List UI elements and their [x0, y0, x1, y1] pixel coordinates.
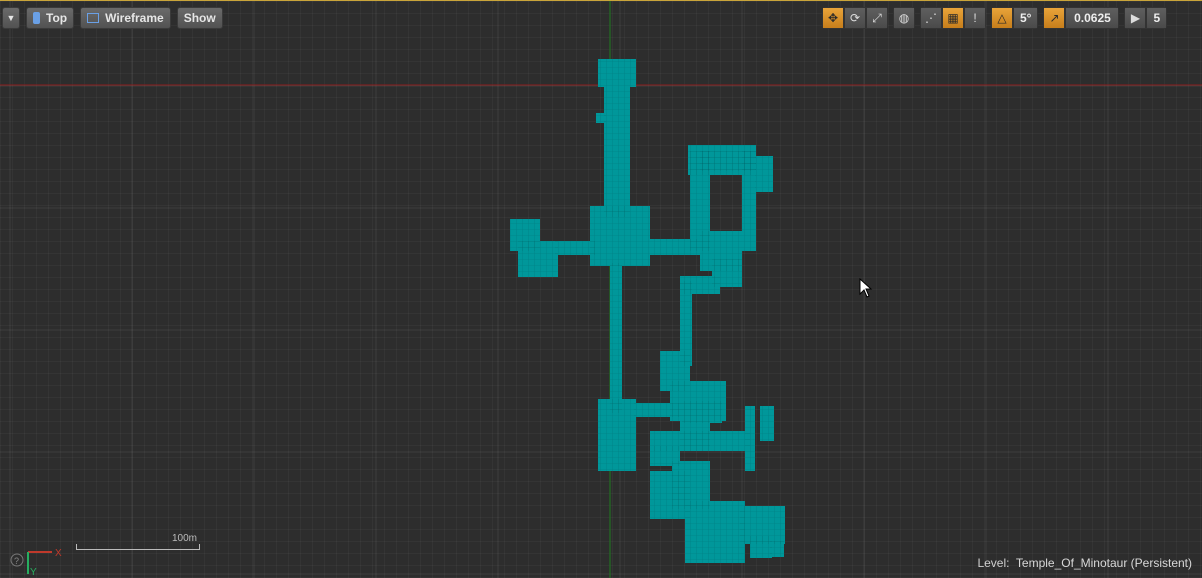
navmesh-cell-overlay	[760, 406, 774, 441]
rotate-mode-button[interactable]: ⟳	[844, 7, 866, 29]
exclamation-icon: !	[973, 11, 977, 25]
show-label: Show	[183, 11, 216, 25]
level-name: Temple_Of_Minotaur (Persistent)	[1015, 556, 1192, 570]
surface-snap-button[interactable]: ⋰	[920, 7, 942, 29]
viewport-options-button[interactable]: ▼	[2, 7, 20, 29]
scale-snap-icon: ↗	[1049, 11, 1060, 25]
scale-bar: 100m	[76, 533, 200, 550]
view-mode-button[interactable]: Wireframe	[80, 7, 171, 29]
scale-mode-button[interactable]: ⤢	[866, 7, 888, 29]
show-button[interactable]: Show	[176, 7, 223, 29]
scale-snap-value[interactable]: 0.0625	[1065, 7, 1120, 29]
surface-snap-icon: ⋰	[925, 11, 937, 25]
mouse-cursor-icon	[859, 278, 873, 298]
rotation-snap-value[interactable]: 5°	[1013, 7, 1039, 29]
navmesh-cell-overlay	[518, 241, 558, 277]
level-prefix: Level:	[977, 556, 1010, 570]
axis-y-label: Y	[30, 567, 37, 576]
navmesh-cell-overlay	[770, 541, 784, 557]
navmesh-cell-overlay	[598, 399, 636, 471]
navmesh-cell-overlay	[755, 156, 773, 192]
scale-snap-button[interactable]: ↗	[1043, 7, 1066, 29]
view-type-label: Top	[46, 11, 68, 25]
navmesh-cell-overlay	[680, 421, 710, 451]
level-status: Level: Temple_Of_Minotaur (Persistent)	[977, 556, 1192, 570]
navmesh-cell-overlay	[750, 536, 772, 558]
grid-icon: ▦	[947, 11, 959, 25]
translate-mode-button[interactable]: ✥	[822, 7, 844, 29]
view-mode-label: Wireframe	[105, 11, 164, 25]
viewport-toolbar-right: ✥ ⟳ ⤢ ◍ ⋰ ▦ ! △ 5° ↗ 0.0625 ▶ 5	[822, 6, 1172, 30]
axis-x-label: X	[55, 548, 62, 559]
chevron-down-icon: ▼	[6, 13, 16, 23]
camera-speed-icon: ▶	[1130, 11, 1141, 25]
axis-indicator: ? X Y	[10, 548, 62, 576]
navmesh-cell-overlay	[742, 151, 756, 251]
coordinate-system-button[interactable]: ◍	[893, 7, 915, 29]
wireframe-icon	[87, 13, 100, 23]
navmesh-cell-overlay	[610, 263, 622, 413]
navmesh-cell-overlay	[590, 206, 650, 266]
viewport-toolbar-left: ▼ Top Wireframe Show	[2, 6, 229, 30]
scale-icon: ⤢	[872, 10, 882, 25]
navmesh-cell-overlay	[596, 113, 606, 123]
navmesh-cell-overlay	[682, 401, 722, 423]
navmesh-cell-overlay	[555, 241, 595, 255]
viewport-grid	[0, 1, 1202, 578]
camera-speed-button[interactable]: ▶	[1124, 7, 1147, 29]
grid-size-button[interactable]: !	[964, 7, 986, 29]
navmesh-cell-overlay	[685, 501, 745, 563]
scale-bar-label: 100m	[171, 533, 197, 544]
grid-snap-button[interactable]: ▦	[942, 7, 964, 29]
navmesh-cell-overlay	[604, 87, 630, 217]
globe-icon: ◍	[898, 11, 910, 25]
navmesh-cell-overlay	[598, 59, 636, 87]
view-type-button[interactable]: Top	[26, 7, 75, 29]
rotate-icon: ⟳	[849, 11, 861, 25]
level-viewport[interactable]: ▼ Top Wireframe Show ✥ ⟳ ⤢ ◍ ⋰ ▦ ! △ 5° …	[0, 0, 1202, 578]
camera-speed-value[interactable]: 5	[1146, 7, 1168, 29]
navmesh-cell-overlay	[745, 406, 755, 471]
rotation-snap-button[interactable]: △	[991, 7, 1013, 29]
angle-icon: △	[997, 11, 1007, 25]
move-icon: ✥	[827, 11, 839, 25]
svg-text:?: ?	[14, 556, 19, 566]
camera-icon	[33, 12, 40, 24]
